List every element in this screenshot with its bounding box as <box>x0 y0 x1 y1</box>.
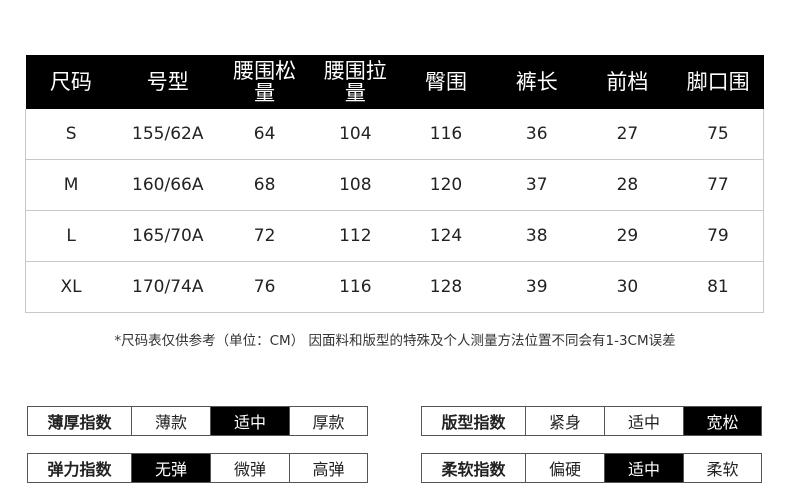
header-waist-relaxed-text: 腰围松量 <box>233 59 297 105</box>
fit-index-label: 版型指数 <box>422 407 526 435</box>
softness-option-firm: 偏硬 <box>526 454 605 482</box>
thickness-option-thick: 厚款 <box>312 413 345 432</box>
table-row: M 160/66A 68 108 120 37 28 77 <box>25 159 764 211</box>
cell-leg-opening: 77 <box>672 159 764 211</box>
elasticity-option-none: 无弹 <box>132 454 211 482</box>
cell-model: 160/66A <box>116 159 220 211</box>
cell-size: S <box>25 109 117 160</box>
fit-option-loose: 宽松 <box>684 407 761 435</box>
cell-size: XL <box>25 261 117 313</box>
header-size: 尺码 <box>25 55 117 109</box>
elasticity-index: 弹力指数 无弹 微弹 高弹 <box>27 453 368 483</box>
thickness-option-thin: 薄款 <box>132 407 211 435</box>
softness-option-soft: 柔软 <box>706 460 739 479</box>
cell-leg-opening: 79 <box>672 210 764 262</box>
cell-waist-relaxed: 64 <box>219 109 310 160</box>
cell-waist-relaxed: 76 <box>219 261 310 313</box>
cell-length: 37 <box>491 159 583 211</box>
cell-length: 38 <box>491 210 583 262</box>
cell-waist-stretched: 104 <box>309 109 401 160</box>
table-row: S 155/62A 64 104 116 36 27 75 <box>25 109 764 160</box>
fit-index: 版型指数 紧身 适中 宽松 <box>421 406 762 436</box>
header-length: 裤长 <box>491 55 583 109</box>
header-leg-opening: 脚口围 <box>672 55 764 109</box>
cell-front-rise: 28 <box>582 159 673 211</box>
table-header-row: 尺码 号型 腰围松量 腰围拉量 臀围 裤长 前档 脚口围 <box>25 55 764 109</box>
elasticity-index-label: 弹力指数 <box>28 454 132 482</box>
cell-hip: 120 <box>400 159 492 211</box>
softness-index: 柔软指数 偏硬 适中 柔软 <box>421 453 762 483</box>
thickness-index-label: 薄厚指数 <box>28 407 132 435</box>
cell-model: 170/74A <box>116 261 220 313</box>
size-chart-note: *尺码表仅供参考（单位：CM） 因面料和版型的特殊及个人测量方法位置不同会有1-… <box>114 333 676 349</box>
header-waist-relaxed: 腰围松量 <box>219 55 310 109</box>
header-waist-stretched-text: 腰围拉量 <box>323 59 387 105</box>
cell-length: 39 <box>491 261 583 313</box>
cell-waist-stretched: 112 <box>309 210 401 262</box>
cell-front-rise: 27 <box>582 109 673 160</box>
cell-size: M <box>25 159 117 211</box>
cell-model: 165/70A <box>116 210 220 262</box>
cell-waist-relaxed: 72 <box>219 210 310 262</box>
cell-front-rise: 30 <box>582 261 673 313</box>
size-chart-table: 尺码 号型 腰围松量 腰围拉量 臀围 裤长 前档 脚口围 S 155/62A 6… <box>25 55 764 313</box>
thickness-index: 薄厚指数 薄款 适中 厚款 <box>27 406 368 436</box>
softness-index-label: 柔软指数 <box>422 454 526 482</box>
cell-waist-stretched: 116 <box>309 261 401 313</box>
cell-hip: 124 <box>400 210 492 262</box>
elasticity-option-slight: 微弹 <box>211 454 290 482</box>
cell-model: 155/62A <box>116 109 220 160</box>
elasticity-option-high: 高弹 <box>312 460 345 479</box>
fit-option-slim: 紧身 <box>526 407 605 435</box>
cell-size: L <box>25 210 117 262</box>
thickness-option-medium: 适中 <box>211 407 290 435</box>
cell-hip: 128 <box>400 261 492 313</box>
cell-leg-opening: 75 <box>672 109 764 160</box>
cell-waist-relaxed: 68 <box>219 159 310 211</box>
cell-leg-opening: 81 <box>672 261 764 313</box>
cell-length: 36 <box>491 109 583 160</box>
header-waist-stretched: 腰围拉量 <box>309 55 401 109</box>
table-row: L 165/70A 72 112 124 38 29 79 <box>25 210 764 262</box>
softness-option-medium: 适中 <box>605 454 684 482</box>
fit-option-regular: 适中 <box>605 407 684 435</box>
table-row: XL 170/74A 76 116 128 39 30 81 <box>25 261 764 313</box>
cell-waist-stretched: 108 <box>309 159 401 211</box>
header-hip: 臀围 <box>400 55 492 109</box>
cell-hip: 116 <box>400 109 492 160</box>
header-front-rise: 前档 <box>582 55 673 109</box>
header-model: 号型 <box>116 55 220 109</box>
cell-front-rise: 29 <box>582 210 673 262</box>
